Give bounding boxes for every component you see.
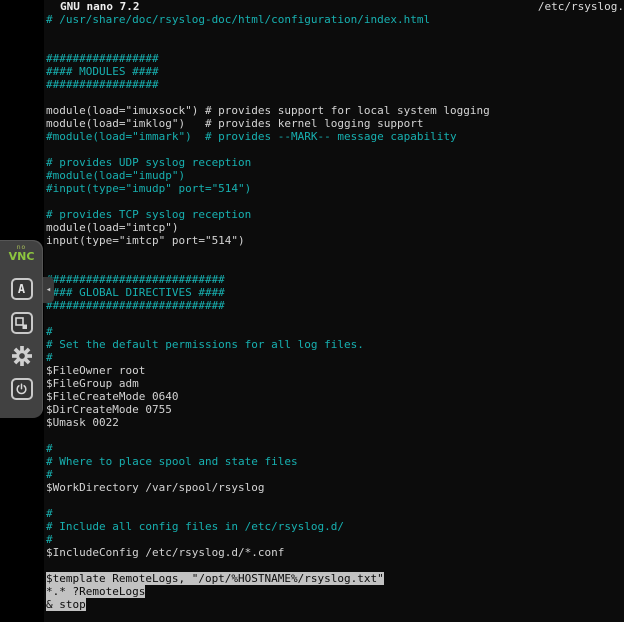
editor-line[interactable]: $FileOwner root <box>46 364 624 377</box>
editor-line[interactable]: # provides TCP syslog reception <box>46 208 624 221</box>
editor-line[interactable]: $FileCreateMode 0640 <box>46 390 624 403</box>
editor-line[interactable]: $DirCreateMode 0755 <box>46 403 624 416</box>
power-icon <box>15 383 28 396</box>
editor-line[interactable]: # <box>46 468 624 481</box>
editor-line[interactable] <box>46 39 624 52</box>
editor-line[interactable]: #module(load="imudp") <box>46 169 624 182</box>
editor-line[interactable] <box>46 559 624 572</box>
editor-line[interactable]: # <box>46 442 624 455</box>
editor-line[interactable]: *.* ?RemoteLogs <box>46 585 624 598</box>
editor-line[interactable] <box>46 247 624 260</box>
editor-line[interactable]: # <box>46 351 624 364</box>
editor-line[interactable]: $FileGroup adm <box>46 377 624 390</box>
fullscreen-icon <box>15 317 28 330</box>
novnc-logo-main: VNC <box>0 251 43 262</box>
novnc-logo: no VNC <box>0 240 43 262</box>
editor-line[interactable] <box>46 429 624 442</box>
nano-file-path: /etc/rsyslog. <box>538 0 624 13</box>
editor-line[interactable]: # Include all config files in /etc/rsysl… <box>46 520 624 533</box>
editor-line[interactable]: # <box>46 533 624 546</box>
control-bar-handle[interactable]: ◂ <box>43 277 54 303</box>
editor-line[interactable]: $WorkDirectory /var/spool/rsyslog <box>46 481 624 494</box>
terminal: GNU nano 7.2 /etc/rsyslog. # /usr/share/… <box>44 0 624 622</box>
editor-line[interactable] <box>46 143 624 156</box>
editor-line[interactable]: #module(load="immark") # provides --MARK… <box>46 130 624 143</box>
editor-line[interactable]: $Umask 0022 <box>46 416 624 429</box>
gear-icon <box>12 346 32 366</box>
editor-line[interactable] <box>46 26 624 39</box>
editor-line[interactable]: # Where to place spool and state files <box>46 455 624 468</box>
editor-line[interactable]: module(load="imtcp") <box>46 221 624 234</box>
editor-line[interactable]: #### MODULES #### <box>46 65 624 78</box>
novnc-control-bar: no VNC A <box>0 240 43 418</box>
clipboard-button[interactable]: A <box>11 278 33 300</box>
power-button[interactable] <box>11 378 33 400</box>
editor-line[interactable] <box>46 91 624 104</box>
editor-line[interactable] <box>46 195 624 208</box>
editor-line[interactable]: # provides UDP syslog reception <box>46 156 624 169</box>
editor-line[interactable]: ########################### <box>46 273 624 286</box>
nano-titlebar: GNU nano 7.2 /etc/rsyslog. <box>44 0 624 13</box>
collapse-arrow-icon: ◂ <box>46 285 51 295</box>
editor-line[interactable]: # /usr/share/doc/rsyslog-doc/html/config… <box>46 13 624 26</box>
settings-button[interactable] <box>11 345 33 367</box>
nano-app-title: GNU nano 7.2 <box>60 0 139 13</box>
editor-line[interactable]: $IncludeConfig /etc/rsyslog.d/*.conf <box>46 546 624 559</box>
editor-line[interactable]: #### GLOBAL DIRECTIVES #### <box>46 286 624 299</box>
clipboard-icon: A <box>18 282 25 296</box>
editor-line[interactable]: #input(type="imudp" port="514") <box>46 182 624 195</box>
editor-line[interactable]: module(load="imuxsock") # provides suppo… <box>46 104 624 117</box>
editor-line[interactable] <box>46 494 624 507</box>
editor-line[interactable]: & stop <box>46 598 624 611</box>
editor-line[interactable]: ########################### <box>46 299 624 312</box>
editor-line[interactable]: ################# <box>46 52 624 65</box>
editor-line[interactable]: module(load="imklog") # provides kernel … <box>46 117 624 130</box>
editor-line[interactable]: # <box>46 325 624 338</box>
editor-line[interactable]: ################# <box>46 78 624 91</box>
editor-line[interactable]: # Set the default permissions for all lo… <box>46 338 624 351</box>
editor-line[interactable] <box>46 260 624 273</box>
editor-line[interactable]: input(type="imtcp" port="514") <box>46 234 624 247</box>
editor-buffer[interactable]: # /usr/share/doc/rsyslog-doc/html/config… <box>46 13 624 622</box>
fullscreen-button[interactable] <box>11 312 33 334</box>
editor-line[interactable] <box>46 312 624 325</box>
editor-line[interactable]: $template RemoteLogs, "/opt/%HOSTNAME%/r… <box>46 572 624 585</box>
editor-line[interactable]: # <box>46 507 624 520</box>
